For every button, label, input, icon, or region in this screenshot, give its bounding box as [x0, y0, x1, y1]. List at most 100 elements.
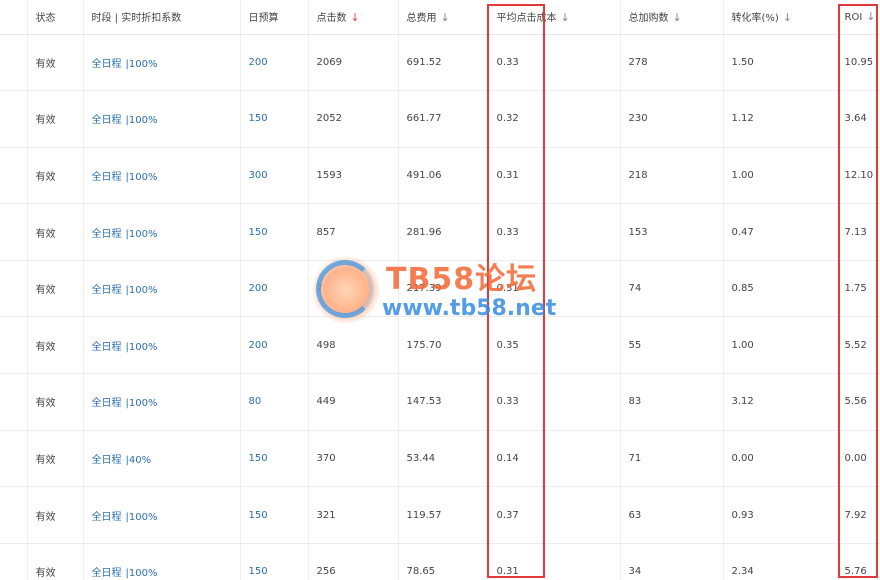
sort-desc-icon[interactable]: ↓ — [673, 11, 682, 24]
cpc-cell: 0.31 — [488, 543, 621, 580]
row-select-cell — [0, 373, 28, 431]
schedule-link[interactable]: 全日程 — [92, 568, 122, 579]
table-row: 有效 全日程 |100% 150 256 78.65 0.31 34 2.34 5.76 — [0, 543, 880, 580]
col-header-budget: 日预算 — [240, 0, 309, 35]
budget-link[interactable]: 150 — [249, 113, 268, 124]
row-select-cell — [0, 260, 28, 318]
budget-link[interactable]: 200 — [249, 340, 268, 351]
cpc-cell: 0.31 — [488, 147, 621, 205]
budget-link[interactable]: 80 — [249, 396, 262, 407]
col-header-conversion[interactable]: 转化率(%) ↓ — [723, 0, 839, 35]
budget-link[interactable]: 150 — [249, 453, 268, 464]
table-row: 有效 全日程 |100% 150 321 119.57 0.37 63 0.93 7.92 — [0, 486, 880, 544]
budget-cell: 200 — [240, 316, 309, 375]
roi-cell: 10.95 — [838, 34, 880, 92]
table-row: 有效 全日程 |100% 150 857 281.96 0.33 153 0.47 7.13 — [0, 203, 880, 261]
sort-desc-icon[interactable]: ↓ — [351, 11, 360, 24]
budget-link[interactable]: 300 — [249, 170, 268, 181]
roi-cell: 5.52 — [838, 316, 880, 375]
status-cell: 有效 — [27, 543, 84, 580]
schedule-link[interactable]: 全日程 — [92, 512, 122, 523]
period-cell: 全日程 |100% — [83, 486, 241, 544]
discount-link[interactable]: 100% — [129, 229, 158, 240]
row-select-cell — [0, 543, 28, 580]
discount-link[interactable]: 100% — [129, 568, 158, 579]
period-cell: 全日程 |100% — [83, 260, 241, 318]
cost-cell: 147.53 — [398, 373, 489, 431]
roi-cell: 5.76 — [838, 543, 880, 580]
carts-cell: 218 — [620, 147, 724, 205]
budget-link[interactable]: 200 — [249, 283, 268, 294]
cost-cell: 691.52 — [398, 34, 489, 92]
cpc-cell: 0.35 — [488, 316, 621, 375]
period-cell: 全日程 |100% — [83, 34, 241, 92]
clicks-cell: 1593 — [308, 147, 399, 205]
clicks-cell: 2052 — [308, 90, 399, 148]
status-cell: 有效 — [27, 430, 84, 488]
sort-desc-icon[interactable]: ↓ — [441, 11, 450, 24]
col-header-select — [0, 0, 28, 35]
carts-cell: 230 — [620, 90, 724, 148]
discount-link[interactable]: 100% — [129, 59, 158, 70]
conversion-cell: 0.93 — [723, 486, 839, 544]
table-row: 有效 全日程 |100% 300 1593 491.06 0.31 218 1.00 12.10 — [0, 147, 880, 205]
period-cell: 全日程 |100% — [83, 543, 241, 580]
schedule-link[interactable]: 全日程 — [92, 342, 122, 353]
schedule-link[interactable]: 全日程 — [92, 285, 122, 296]
budget-link[interactable]: 150 — [249, 510, 268, 521]
row-select-cell — [0, 90, 28, 148]
budget-cell: 150 — [240, 203, 309, 261]
roi-cell: 0.00 — [838, 430, 880, 488]
cost-cell: 217.39 — [398, 260, 489, 318]
discount-link[interactable]: 100% — [129, 172, 158, 183]
col-header-cost[interactable]: 总费用 ↓ — [398, 0, 489, 35]
status-cell: 有效 — [27, 147, 84, 205]
period-cell: 全日程 |100% — [83, 147, 241, 205]
schedule-link[interactable]: 全日程 — [92, 398, 122, 409]
discount-link[interactable]: 100% — [129, 512, 158, 523]
schedule-link[interactable]: 全日程 — [92, 172, 122, 183]
cost-cell: 281.96 — [398, 203, 489, 261]
budget-cell: 200 — [240, 34, 309, 92]
status-cell: 有效 — [27, 90, 84, 148]
cpc-cell: 0.33 — [488, 203, 621, 261]
roi-cell: 1.75 — [838, 260, 880, 318]
roi-cell: 5.56 — [838, 373, 880, 431]
cpc-cell: 0.14 — [488, 430, 621, 488]
budget-link[interactable]: 150 — [249, 566, 268, 577]
schedule-link[interactable]: 全日程 — [92, 229, 122, 240]
clicks-cell: 705 — [308, 260, 399, 318]
col-header-clicks[interactable]: 点击数 ↓ — [308, 0, 399, 35]
status-cell: 有效 — [27, 373, 84, 431]
discount-link[interactable]: 100% — [129, 115, 158, 126]
discount-link[interactable]: 40% — [129, 455, 151, 466]
status-cell: 有效 — [27, 34, 84, 92]
table-header-row: 状态 时段 | 实时折扣系数 日预算 点击数 ↓ 总费用 ↓ 平均点击成本 ↓ 总加购… — [0, 0, 880, 35]
schedule-link[interactable]: 全日程 — [92, 115, 122, 126]
col-header-roi[interactable]: ROI ↓ — [838, 0, 880, 35]
table-row: 有效 全日程 |100% 200 2069 691.52 0.33 278 1.50 10.95 — [0, 34, 880, 92]
period-cell: 全日程 |100% — [83, 373, 241, 431]
clicks-cell: 370 — [308, 430, 399, 488]
sort-desc-icon[interactable]: ↓ — [561, 11, 570, 24]
discount-link[interactable]: 100% — [129, 342, 158, 353]
budget-cell: 80 — [240, 373, 309, 431]
row-select-cell — [0, 147, 28, 205]
cost-cell: 119.57 — [398, 486, 489, 544]
col-header-cpc[interactable]: 平均点击成本 ↓ — [488, 0, 621, 35]
schedule-link[interactable]: 全日程 — [92, 59, 122, 70]
cost-cell: 78.65 — [398, 543, 489, 580]
sort-desc-icon[interactable]: ↓ — [783, 11, 792, 24]
row-select-cell — [0, 430, 28, 488]
discount-link[interactable]: 100% — [129, 285, 158, 296]
sort-desc-icon[interactable]: ↓ — [866, 10, 875, 23]
clicks-cell: 321 — [308, 486, 399, 544]
budget-link[interactable]: 150 — [249, 227, 268, 238]
budget-cell: 150 — [240, 90, 309, 148]
schedule-link[interactable]: 全日程 — [92, 455, 122, 466]
budget-link[interactable]: 200 — [249, 57, 268, 68]
discount-link[interactable]: 100% — [129, 398, 158, 409]
period-cell: 全日程 |40% — [83, 430, 241, 488]
carts-cell: 34 — [620, 543, 724, 580]
col-header-carts[interactable]: 总加购数 ↓ — [620, 0, 724, 35]
